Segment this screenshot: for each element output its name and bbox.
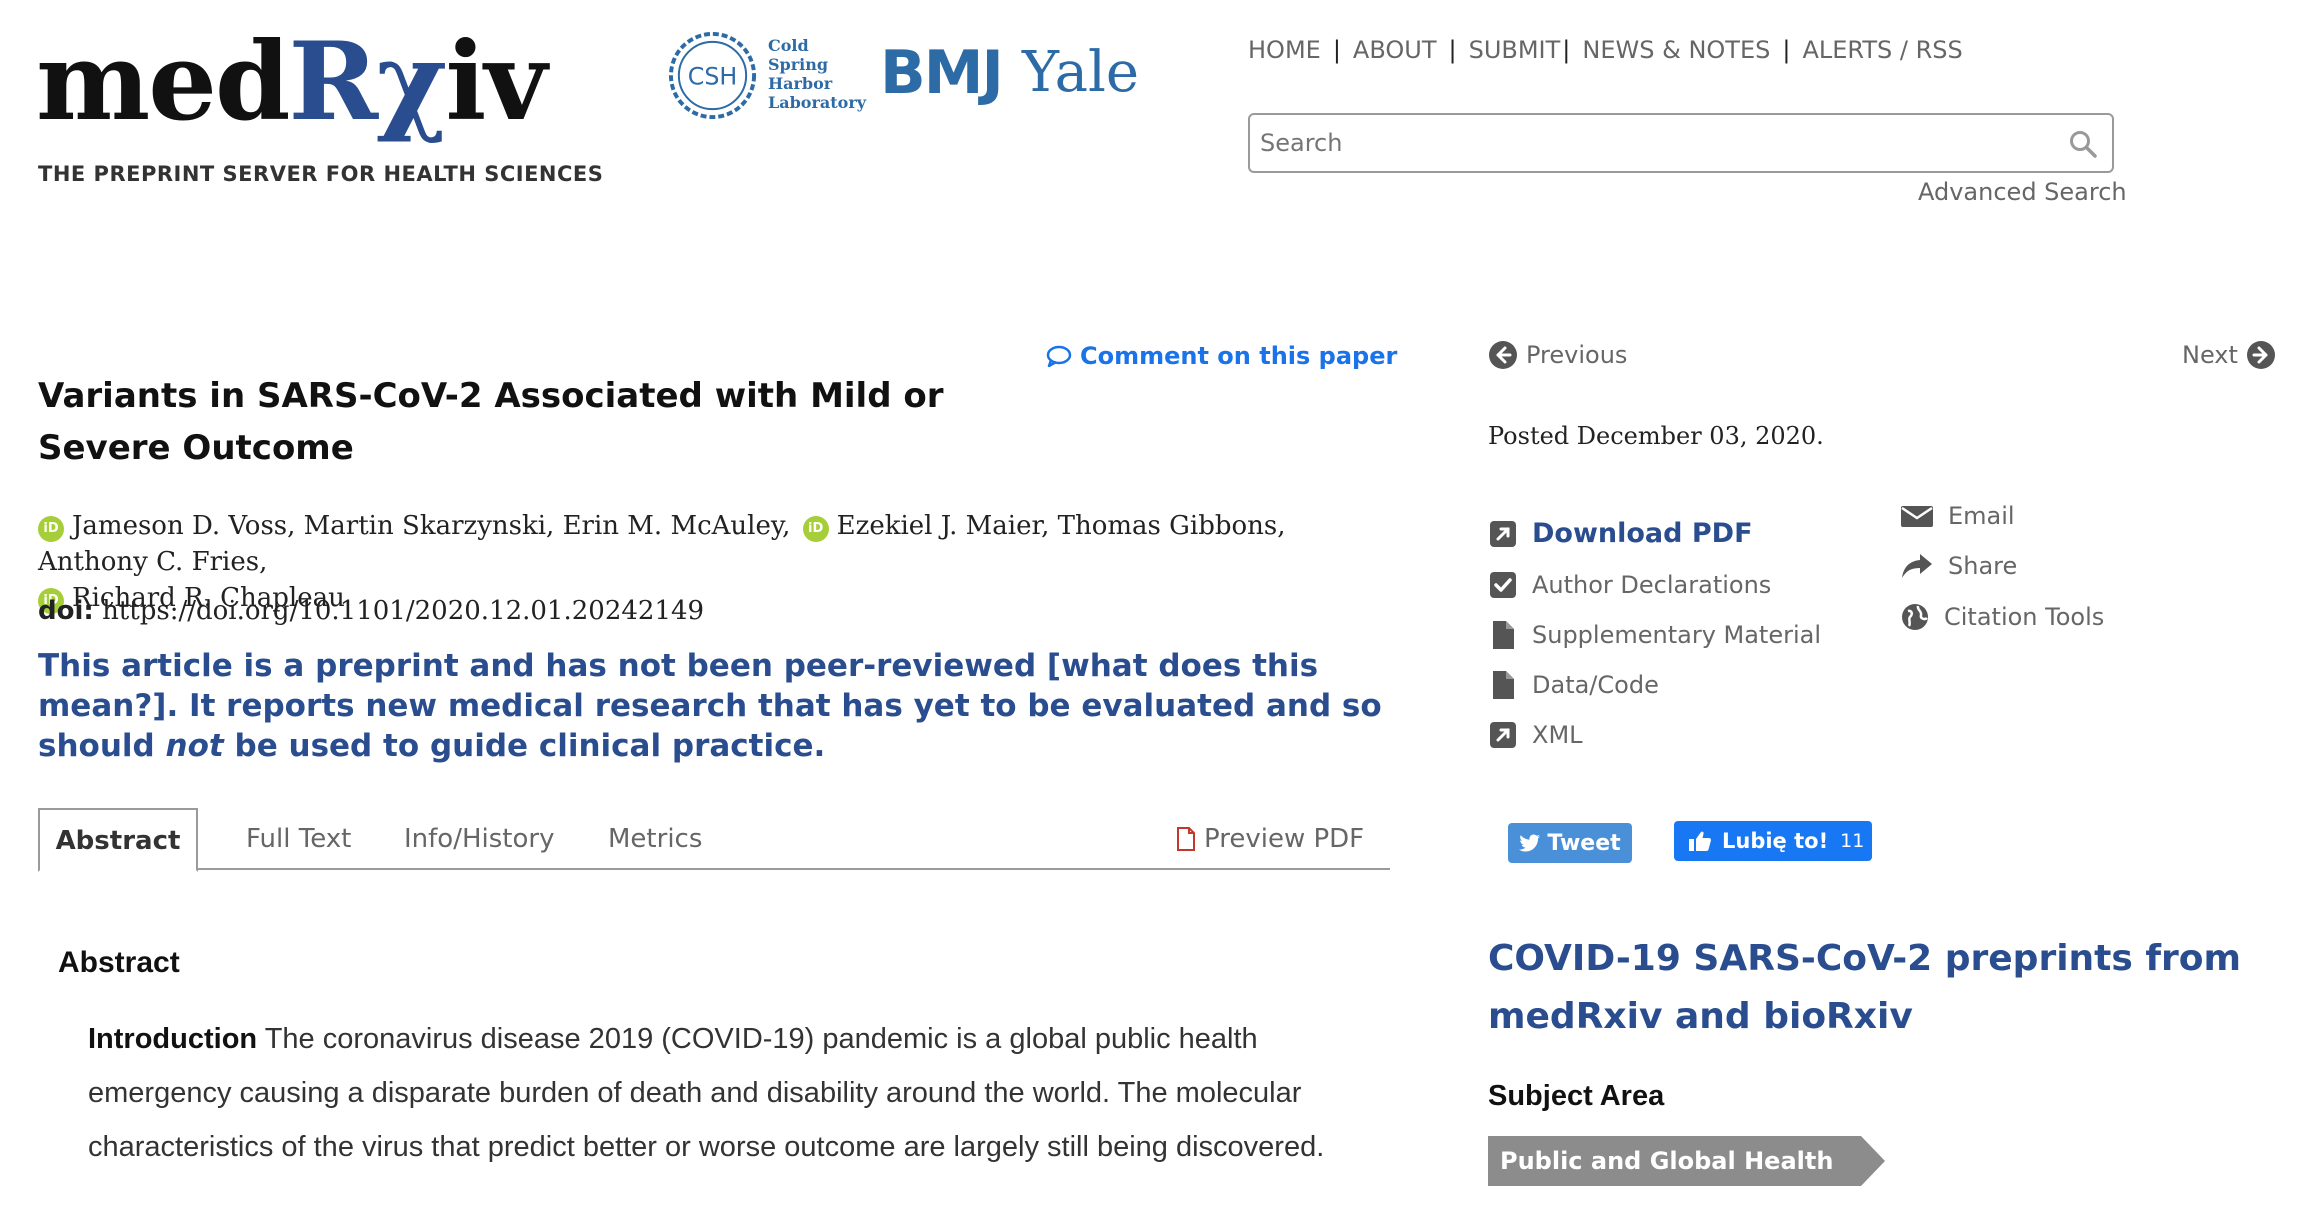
intro-label: Introduction <box>88 1023 258 1055</box>
tab-preview-pdf[interactable]: Preview PDF <box>1176 808 1364 870</box>
download-pdf-link[interactable]: Download PDF <box>1488 518 1753 549</box>
xml-link[interactable]: XML <box>1488 720 1583 750</box>
email-label: Email <box>1948 502 2015 530</box>
globe-icon <box>1902 604 1928 630</box>
authors-group-1[interactable]: Jameson D. Voss, Martin Skarzynski, Erin… <box>72 511 790 541</box>
advanced-search-link[interactable]: Advanced Search <box>1918 178 2127 206</box>
preprint-disclaimer: This article is a preprint and has not b… <box>38 646 1398 766</box>
supplementary-material-link[interactable]: Supplementary Material <box>1488 620 1821 650</box>
search-icon[interactable] <box>2068 129 2098 159</box>
share-link[interactable]: Share <box>1900 552 2017 580</box>
comment-link-label: Comment on this paper <box>1080 342 1398 370</box>
top-nav: HOME | ABOUT | SUBMIT | NEWS & NOTES | ALERT… <box>1248 36 1963 64</box>
citation-tools-label: Citation Tools <box>1944 603 2105 631</box>
download-pdf-label: Download PDF <box>1532 518 1753 549</box>
disclaimer-emphasis: not <box>165 728 224 764</box>
nav-separator: | <box>1782 36 1791 64</box>
tab-full-text[interactable]: Full Text <box>246 808 351 870</box>
csh-badge-text: CSH <box>688 62 738 90</box>
search-input[interactable] <box>1260 125 2040 161</box>
csh-line: Spring <box>768 55 829 74</box>
author-declarations-label: Author Declarations <box>1532 571 1772 599</box>
csh-logo-icon[interactable]: CSH <box>665 28 760 123</box>
share-arrow-icon <box>1902 554 1932 578</box>
data-code-label: Data/Code <box>1532 671 1659 699</box>
thumbs-up-icon <box>1689 831 1711 851</box>
data-code-link[interactable]: Data/Code <box>1488 670 1659 700</box>
abstract-heading: Abstract <box>58 946 180 979</box>
article-tabs: Abstract Full Text Info/History Metrics … <box>38 808 1390 872</box>
covid-preprints-heading[interactable]: COVID-19 SARS-CoV-2 preprints from medRx… <box>1488 930 2288 1046</box>
article-title: Variants in SARS-CoV-2 Associated with M… <box>38 376 944 468</box>
logo-part-rx: Rχ <box>288 19 448 145</box>
subject-area-tag[interactable]: Public and Global Health <box>1488 1136 1886 1186</box>
abstract-introduction: Introduction The coronavirus disease 201… <box>88 1012 1358 1174</box>
arrow-left-circle-icon <box>1489 341 1517 369</box>
checkbox-icon <box>1490 572 1516 598</box>
orcid-icon[interactable]: iD <box>38 516 64 542</box>
next-link[interactable]: Next <box>2182 340 2276 370</box>
nav-separator: | <box>1448 36 1457 64</box>
tweet-label: Tweet <box>1547 830 1621 856</box>
previous-link[interactable]: Previous <box>1488 340 1627 370</box>
arrow-right-circle-icon <box>2246 341 2275 369</box>
bmj-logo[interactable]: BMJ <box>880 38 1004 108</box>
nav-news-notes[interactable]: NEWS & NOTES <box>1582 36 1770 64</box>
author-declarations-link[interactable]: Author Declarations <box>1488 570 1771 600</box>
logo-part-med: med <box>36 19 291 145</box>
preview-pdf-label: Preview PDF <box>1204 824 1365 854</box>
like-count: 11 <box>1840 830 1865 852</box>
posted-date: Posted December 03, 2020. <box>1488 422 1824 450</box>
next-label: Next <box>2182 341 2238 369</box>
share-label: Share <box>1948 552 2018 580</box>
twitter-bird-icon <box>1519 834 1541 852</box>
csh-name: Cold Spring Harbor Laboratory <box>768 36 866 112</box>
nav-submit[interactable]: SUBMIT <box>1469 36 1561 64</box>
doi-link[interactable]: https://doi.org/10.1101/2020.12.01.20242… <box>102 596 704 626</box>
search-box <box>1248 113 2114 173</box>
xml-label: XML <box>1532 721 1583 749</box>
like-label: Lubię to! <box>1722 829 1829 853</box>
previous-label: Previous <box>1526 341 1628 369</box>
nav-alerts-rss[interactable]: ALERTS / RSS <box>1802 36 1962 64</box>
nav-home[interactable]: HOME <box>1248 36 1321 64</box>
tweet-button[interactable]: Tweet <box>1508 823 1632 863</box>
external-link-icon <box>1490 722 1516 748</box>
envelope-icon <box>1901 506 1933 527</box>
csh-line: Harbor <box>768 74 833 93</box>
nav-about[interactable]: ABOUT <box>1353 36 1437 64</box>
csh-line: Cold <box>768 36 809 55</box>
external-link-icon <box>1490 520 1516 547</box>
csh-line: Laboratory <box>768 93 867 112</box>
orcid-icon[interactable]: iD <box>802 516 829 542</box>
tab-info-history[interactable]: Info/History <box>404 808 554 870</box>
file-icon <box>1493 621 1514 649</box>
tab-metrics[interactable]: Metrics <box>608 808 702 870</box>
nav-separator: | <box>1332 36 1341 64</box>
file-icon <box>1493 671 1514 699</box>
tab-abstract[interactable]: Abstract <box>38 808 198 872</box>
doi-label: doi: <box>38 596 94 626</box>
comment-bubble-icon <box>1046 345 1072 367</box>
logo-tagline: THE PREPRINT SERVER FOR HEALTH SCIENCES <box>38 162 604 186</box>
citation-tools-link[interactable]: Citation Tools <box>1900 602 2104 632</box>
intro-text: The coronavirus disease 2019 (COVID-19) … <box>88 1023 1325 1163</box>
facebook-like-button[interactable]: Lubię to! 11 <box>1674 821 1872 861</box>
logo-part-iv: iv <box>445 19 547 145</box>
medrxiv-logo[interactable]: medRχiv <box>36 18 547 148</box>
email-link[interactable]: Email <box>1900 502 2015 530</box>
comment-on-paper-link[interactable]: Comment on this paper <box>1046 342 1397 370</box>
disclaimer-text-end: be used to guide clinical practice. <box>234 728 826 764</box>
subject-area-label: Subject Area <box>1488 1080 1665 1112</box>
pdf-file-icon <box>1177 827 1195 851</box>
supplementary-material-label: Supplementary Material <box>1532 621 1822 649</box>
nav-separator: | <box>1562 36 1571 64</box>
yale-logo[interactable]: Yale <box>1022 40 1139 105</box>
doi-line: doi: https://doi.org/10.1101/2020.12.01.… <box>38 596 704 626</box>
